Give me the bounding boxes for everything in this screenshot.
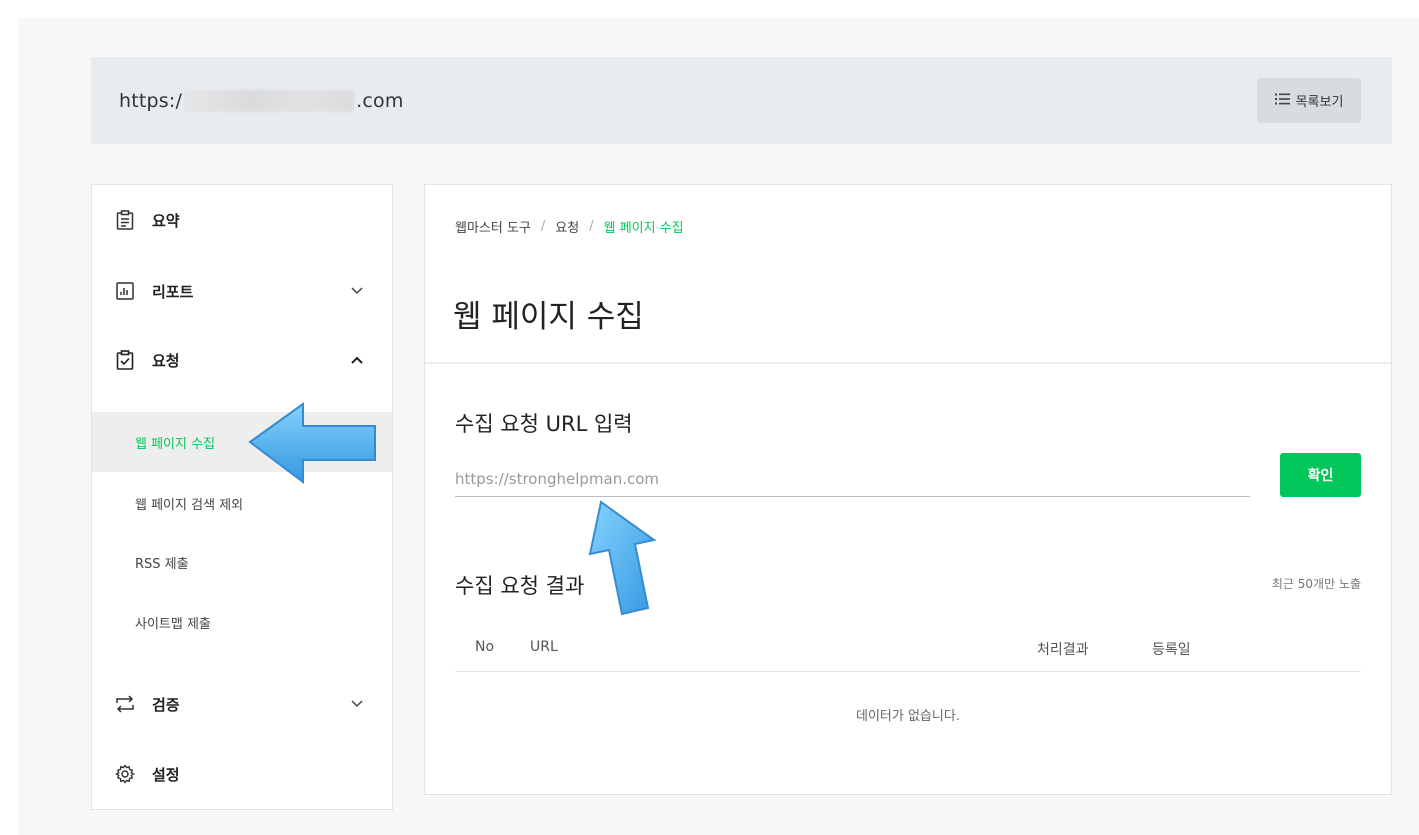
recent-note: 최근 50개만 노출 [1271,577,1361,591]
sidebar-item-summary[interactable]: 요약 [92,200,392,240]
site-url-suffix: .com [356,90,404,112]
report-chart-icon [115,281,135,301]
verify-arrows-icon [115,694,135,714]
sidebar-subitem-label: 사이트맵 제출 [135,616,211,632]
sidebar-nav: 요약 리포트 요청 웹 페이지 수집 웹 페이지 검색 제외 RSS 제출 사이… [91,184,393,810]
empty-table-message: 데이터가 없습니다. [856,709,960,724]
list-view-button[interactable]: 목록보기 [1257,78,1361,123]
request-check-icon [115,350,135,370]
site-header: https:/ .com 목록보기 [91,57,1392,144]
sidebar-item-label: 요약 [152,211,180,230]
url-input[interactable] [455,461,1250,497]
summary-clipboard-icon [115,210,135,230]
main-panel: 웹마스터 도구 / 요청 / 웹 페이지 수집 웹 페이지 수집 수집 요청 U… [424,184,1392,795]
chevron-up-icon [350,353,364,367]
chevron-down-icon [350,697,364,711]
site-url-prefix: https:/ [119,90,183,112]
sidebar-item-request[interactable]: 요청 [92,340,392,380]
column-header-no: No [475,639,495,655]
sidebar-item-verify[interactable]: 검증 [92,684,392,724]
list-icon [1274,93,1290,109]
result-section-title: 수집 요청 결과 [455,574,585,598]
section-divider [425,362,1391,364]
column-header-date: 등록일 [1152,642,1191,658]
sidebar-item-settings[interactable]: 설정 [92,754,392,794]
site-url-blurred [184,90,355,112]
column-header-url: URL [530,639,558,655]
sidebar-item-label: 검증 [152,695,180,714]
sidebar-subitem-label: 웹 페이지 검색 제외 [135,497,244,513]
breadcrumb-item[interactable]: 웹마스터 도구 [455,217,531,236]
sidebar-item-report[interactable]: 리포트 [92,271,392,311]
sidebar-subitem-rss-submit[interactable]: RSS 제출 [92,532,392,592]
list-view-label: 목록보기 [1295,95,1344,110]
site-url: https:/ .com [119,90,404,112]
sidebar-item-label: 설정 [152,765,180,784]
confirm-button[interactable]: 확인 [1280,453,1361,497]
url-input-section-title: 수집 요청 URL 입력 [455,412,633,436]
sidebar-subitem-web-page-exclude[interactable]: 웹 페이지 검색 제외 [92,473,392,533]
result-table-header: No URL 처리결과 등록일 [455,633,1361,672]
sidebar-subitem-label: 웹 페이지 수집 [135,436,216,452]
sidebar-item-label: 리포트 [152,282,194,301]
chevron-down-icon [350,284,364,298]
page-title: 웹 페이지 수집 [453,299,644,335]
sidebar-subitem-web-page-collect[interactable]: 웹 페이지 수집 [92,412,392,472]
breadcrumb-separator: / [540,219,546,234]
settings-gear-icon [115,764,135,784]
breadcrumb-separator: / [589,219,594,234]
breadcrumb-current: 웹 페이지 수집 [603,221,684,236]
sidebar-item-label: 요청 [152,351,180,370]
breadcrumb-item[interactable]: 요청 [555,217,579,236]
sidebar-subitem-sitemap-submit[interactable]: 사이트맵 제출 [92,592,392,652]
sidebar-subitem-label: RSS 제출 [135,556,189,572]
column-header-result: 처리결과 [1037,642,1089,658]
breadcrumb: 웹마스터 도구 / 요청 / 웹 페이지 수집 [455,217,684,236]
